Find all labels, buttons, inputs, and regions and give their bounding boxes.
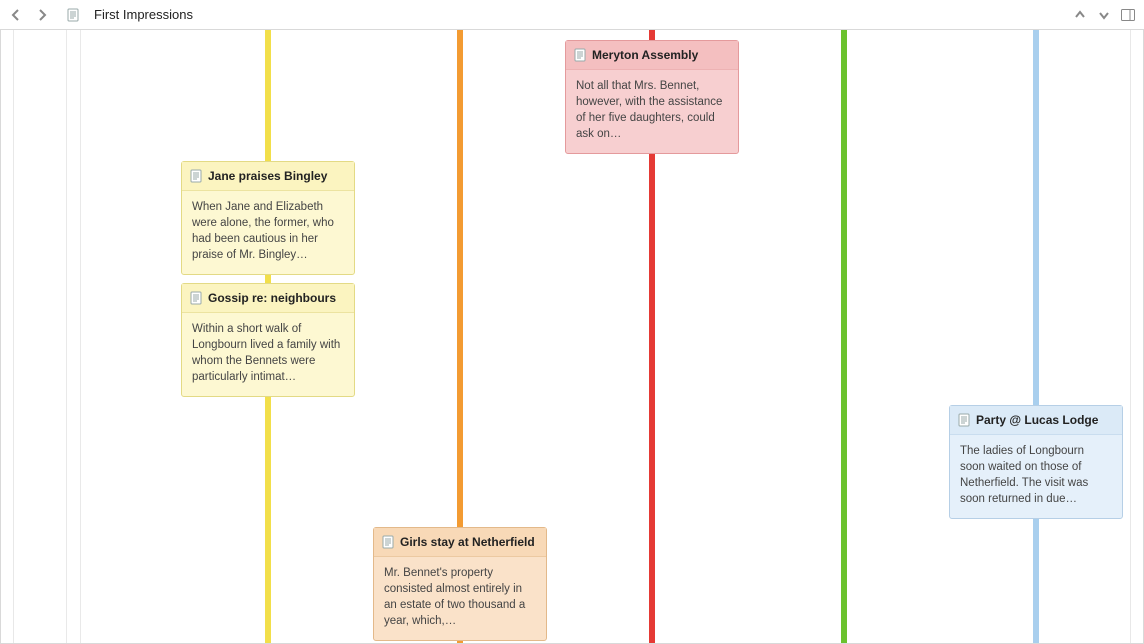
card-lucas-party[interactable]: Party @ Lucas Lodge The ladies of Longbou… <box>949 405 1123 519</box>
document-icon <box>190 169 202 183</box>
card-gossip[interactable]: Gossip re: neighbours Within a short walk… <box>181 283 355 397</box>
card-header[interactable]: Jane praises Bingley <box>182 162 354 191</box>
timeline-inner: Jane praises Bingley When Jane and Elizab… <box>13 30 1131 643</box>
toolbar-right <box>1072 7 1136 23</box>
card-header[interactable]: Meryton Assembly <box>566 41 738 70</box>
panel-toggle-button[interactable] <box>1120 8 1136 22</box>
card-jane-praises[interactable]: Jane praises Bingley When Jane and Elizab… <box>181 161 355 275</box>
card-header[interactable]: Girls stay at Netherfield <box>374 528 546 557</box>
document-icon <box>382 535 394 549</box>
card-header[interactable]: Party @ Lucas Lodge <box>950 406 1122 435</box>
card-header[interactable]: Gossip re: neighbours <box>182 284 354 313</box>
card-body: The ladies of Longbourn soon waited on t… <box>950 435 1122 517</box>
card-meryton[interactable]: Meryton Assembly Not all that Mrs. Bennet… <box>565 40 739 154</box>
next-chevron-button[interactable] <box>1096 7 1112 23</box>
card-title: Jane praises Bingley <box>208 168 327 184</box>
card-body: When Jane and Elizabeth were alone, the … <box>182 191 354 273</box>
card-body: Not all that Mrs. Bennet, however, with … <box>566 70 738 152</box>
card-title: Gossip re: neighbours <box>208 290 336 306</box>
toolbar: First Impressions <box>0 0 1144 30</box>
card-title: Meryton Assembly <box>592 47 698 63</box>
card-body: Mr. Bennet's property consisted almost e… <box>374 557 546 639</box>
card-body: Within a short walk of Longbourn lived a… <box>182 313 354 395</box>
timeline-canvas[interactable]: Jane praises Bingley When Jane and Elizab… <box>0 30 1144 644</box>
lane-blue[interactable] <box>1033 30 1039 643</box>
document-icon <box>190 291 202 305</box>
toolbar-left: First Impressions <box>8 7 193 23</box>
prev-chevron-button[interactable] <box>1072 7 1088 23</box>
lane-green[interactable] <box>841 30 847 643</box>
document-icon <box>958 413 970 427</box>
guide-line <box>66 30 67 643</box>
guide-line <box>80 30 81 643</box>
card-title: Party @ Lucas Lodge <box>976 412 1098 428</box>
card-girls-netherfield[interactable]: Girls stay at Netherfield Mr. Bennet's pr… <box>373 527 547 641</box>
card-title: Girls stay at Netherfield <box>400 534 535 550</box>
page-title: First Impressions <box>94 7 193 22</box>
nav-back-button[interactable] <box>8 7 24 23</box>
nav-forward-button[interactable] <box>34 7 50 23</box>
document-icon <box>66 7 80 23</box>
document-icon <box>574 48 586 62</box>
